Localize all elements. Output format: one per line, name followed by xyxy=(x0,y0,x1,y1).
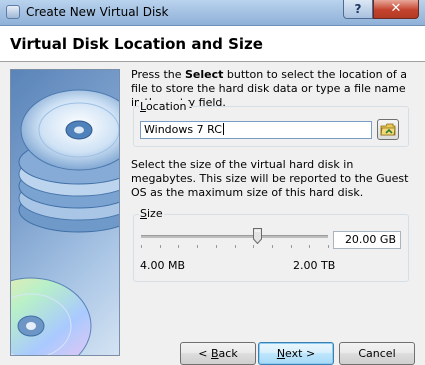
slider-tick xyxy=(197,245,198,248)
size-max-label: 2.00 TB xyxy=(293,259,336,272)
next-button[interactable]: Next > xyxy=(258,342,334,365)
close-button[interactable]: ✕ xyxy=(373,0,419,19)
title-bar: Create New Virtual Disk ? ✕ xyxy=(0,0,425,26)
back-button[interactable]: < Back xyxy=(180,342,256,365)
size-group-label: Size xyxy=(139,207,164,220)
size-slider-thumb[interactable] xyxy=(253,228,262,244)
help-button[interactable]: ? xyxy=(343,0,373,19)
slider-tick xyxy=(309,245,310,248)
folder-browse-icon xyxy=(380,123,396,136)
size-min-label: 4.00 MB xyxy=(140,259,186,272)
slider-tick xyxy=(328,245,329,248)
disk-stack-artwork xyxy=(11,89,119,355)
size-description: Select the size of the virtual hard disk… xyxy=(131,158,409,199)
disk-stack-icon xyxy=(10,69,120,356)
select-keyword: Select xyxy=(185,68,224,81)
slider-tick xyxy=(253,245,254,248)
cancel-button[interactable]: Cancel xyxy=(339,342,415,365)
slider-tick xyxy=(141,245,142,248)
select-location-button[interactable] xyxy=(377,119,399,140)
window-title: Create New Virtual Disk xyxy=(26,5,169,19)
size-input[interactable]: 20.00 GB xyxy=(333,231,401,249)
slider-tick xyxy=(216,245,217,248)
location-group-label: Location xyxy=(139,100,188,113)
slider-tick xyxy=(160,245,161,248)
slider-tick xyxy=(178,245,179,248)
wizard-header: Virtual Disk Location and Size xyxy=(0,26,425,62)
location-input[interactable]: Windows 7 RC xyxy=(140,121,372,139)
page-title: Virtual Disk Location and Size xyxy=(10,35,263,53)
slider-tick xyxy=(291,245,292,248)
slider-tick xyxy=(272,245,273,248)
virtualbox-icon xyxy=(6,5,20,19)
slider-tick xyxy=(235,245,236,248)
text-caret xyxy=(222,123,224,135)
size-slider-track[interactable] xyxy=(141,235,328,238)
